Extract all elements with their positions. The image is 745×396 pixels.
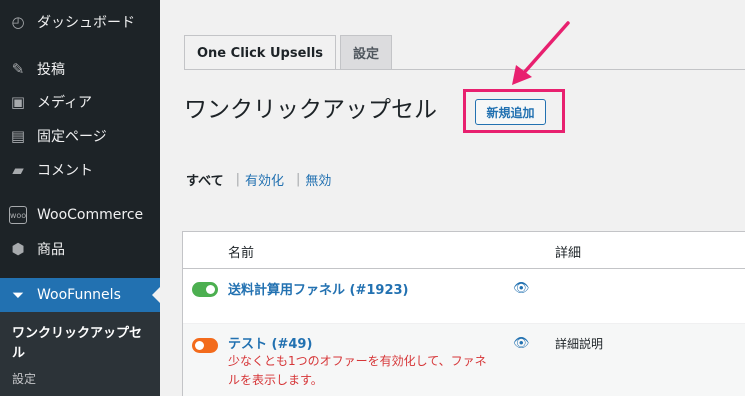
funnel-error-message: 少なくとも1つのオファーを有効化して、ファネルを表示します。 <box>228 354 487 387</box>
eye-icon[interactable]: 👁 <box>513 336 530 351</box>
menu-item-pages[interactable]: ▤ 固定ページ <box>0 119 160 153</box>
menu-item-woocommerce[interactable]: woo WooCommerce <box>0 198 160 232</box>
funnels-table: 名前 詳細 送料計算用ファネル (#1923) 👁 テスト (#49) 少なくと… <box>182 231 745 396</box>
tab-settings[interactable]: 設定 <box>340 35 393 69</box>
menu-item-comments[interactable]: ▰ コメント <box>0 153 160 187</box>
submenu-item-upsells[interactable]: ワンクリックアップセル <box>12 324 152 364</box>
menu-item-media[interactable]: ▣ メディア <box>0 85 160 119</box>
menu-label: 固定ページ <box>37 129 107 145</box>
funnel-icon: ⏷ <box>11 286 24 304</box>
submenu-item-settings[interactable]: 設定 <box>12 369 152 389</box>
table-row: テスト (#49) 少なくとも1つのオファーを有効化して、ファネルを表示します。… <box>183 324 745 396</box>
status-filters: すべて | 有効化 | 無効 <box>186 170 331 189</box>
menu-label: WooCommerce <box>37 207 144 223</box>
filter-separator: | <box>235 172 240 187</box>
filter-all[interactable]: すべて <box>186 170 224 189</box>
table-header: 名前 詳細 <box>183 232 745 269</box>
admin-sidebar: ◴ ダッシュボード ✎ 投稿 ▣ メディア ▤ 固定ページ ▰ コメント woo… <box>0 0 160 396</box>
annotation-arrow-icon <box>512 21 570 85</box>
menu-label: コメント <box>37 163 93 179</box>
filter-separator: | <box>295 172 301 187</box>
active-menu-arrow <box>152 287 160 303</box>
tab-bar: One Click Upsells 設定 <box>184 35 396 70</box>
menu-label: メディア <box>37 95 93 111</box>
eye-icon[interactable]: 👁 <box>513 281 530 296</box>
menu-item-posts[interactable]: ✎ 投稿 <box>0 52 160 86</box>
page-icon: ▤ <box>10 127 26 145</box>
menu-label: 商品 <box>37 242 65 258</box>
woofunnels-submenu: ワンクリックアップセル 設定 <box>0 312 160 396</box>
filter-inactive[interactable]: 無効 <box>305 170 331 189</box>
funnel-title-link[interactable]: 送料計算用ファネル (#1923) <box>228 279 408 298</box>
media-icon: ▣ <box>10 93 26 111</box>
table-row: 送料計算用ファネル (#1923) 👁 <box>183 269 745 324</box>
menu-item-dashboard[interactable]: ◴ ダッシュボード <box>0 5 160 39</box>
menu-label: ダッシュボード <box>37 15 135 31</box>
tabs-divider <box>184 69 745 70</box>
comment-icon: ▰ <box>12 161 24 179</box>
funnel-detail: 詳細説明 <box>555 337 604 351</box>
product-box-icon: ⬢ <box>11 240 25 258</box>
dashboard-icon: ◴ <box>11 13 25 31</box>
status-toggle[interactable] <box>192 282 218 297</box>
menu-item-woofunnels[interactable]: ⏷ WooFunnels <box>0 278 160 312</box>
menu-label: 投稿 <box>37 62 65 78</box>
menu-label: WooFunnels <box>37 287 121 303</box>
add-new-button[interactable]: 新規追加 <box>475 99 546 125</box>
tab-one-click-upsells[interactable]: One Click Upsells <box>184 35 337 70</box>
menu-item-products[interactable]: ⬢ 商品 <box>0 232 160 266</box>
filter-active[interactable]: 有効化 <box>245 170 284 189</box>
status-toggle[interactable] <box>192 338 218 353</box>
funnel-title-link[interactable]: テスト (#49) <box>228 333 312 352</box>
woocommerce-icon: woo <box>9 206 27 224</box>
page-title: ワンクリックアップセル <box>184 97 437 123</box>
column-detail: 詳細 <box>555 246 582 261</box>
column-name[interactable]: 名前 <box>228 242 254 261</box>
pin-icon: ✎ <box>11 60 25 78</box>
